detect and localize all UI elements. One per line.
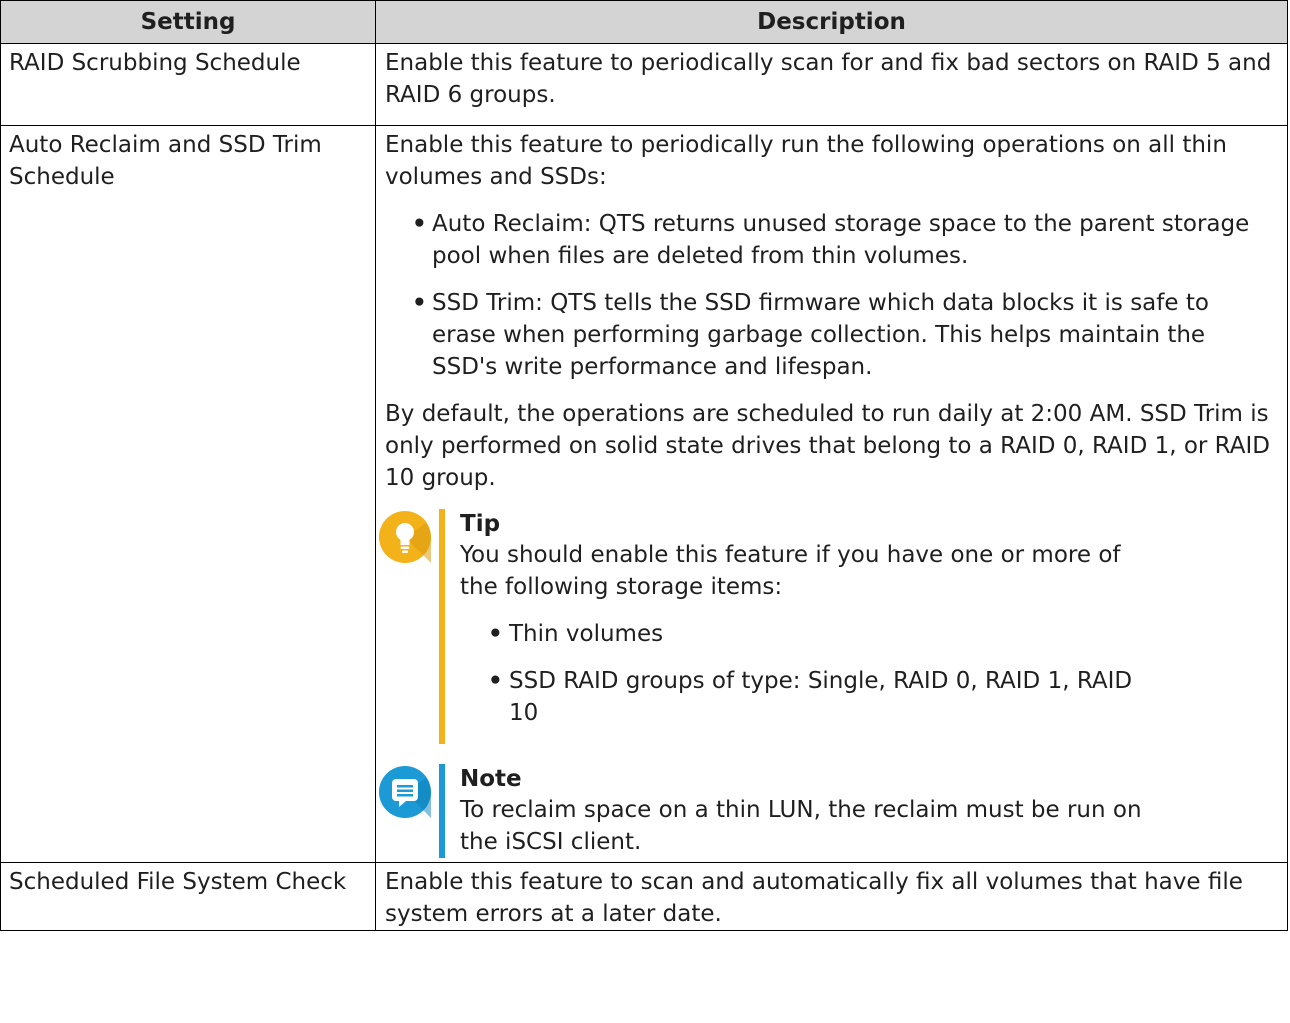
list-item: • SSD RAID groups of type: Single, RAID 0… — [460, 665, 1163, 729]
lightbulb-icon — [379, 511, 431, 563]
tip-text: You should enable this feature if you ha… — [460, 542, 1121, 600]
bullet-icon: • — [488, 668, 503, 694]
list-item: • Thin volumes — [460, 618, 1163, 650]
tip-title: Tip — [460, 511, 501, 537]
description-cell: Enable this feature to scan and automati… — [375, 862, 1288, 931]
note-title: Note — [460, 766, 522, 792]
setting-cell: Auto Reclaim and SSD Trim Schedule — [0, 125, 376, 863]
note-callout: Note To reclaim space on a thin LUN, the… — [379, 764, 1273, 858]
list-item-text: SSD RAID groups of type: Single, RAID 0,… — [509, 668, 1133, 726]
speech-bubble-icon — [379, 766, 431, 818]
list-item-text: Thin volumes — [509, 621, 664, 647]
list-item: • Auto Reclaim: QTS returns unused storag… — [385, 208, 1273, 272]
table-row: Scheduled File System Check Enable this … — [0, 862, 1288, 931]
list-item-text: SSD Trim: QTS tells the SSD firmware whi… — [432, 290, 1209, 380]
table-row: Auto Reclaim and SSD Trim Schedule Enabl… — [0, 125, 1288, 863]
operations-list: • Auto Reclaim: QTS returns unused storag… — [385, 208, 1273, 383]
list-item-text: Auto Reclaim: QTS returns unused storage… — [432, 211, 1250, 269]
tip-callout: Tip You should enable this feature if yo… — [379, 509, 1273, 744]
default-schedule-text: By default, the operations are scheduled… — [385, 401, 1270, 491]
setting-cell: RAID Scrubbing Schedule — [0, 43, 376, 126]
description-cell: Enable this feature to periodically scan… — [375, 43, 1288, 126]
description-intro: Enable this feature to periodically run … — [385, 132, 1227, 190]
settings-table: Setting Description RAID Scrubbing Sched… — [0, 0, 1288, 931]
tip-list: • Thin volumes • SSD RAID groups of type: … — [460, 618, 1163, 729]
note-text: To reclaim space on a thin LUN, the recl… — [460, 797, 1142, 855]
column-header-description: Description — [375, 0, 1288, 44]
table-header-row: Setting Description — [0, 0, 1288, 44]
column-header-setting: Setting — [0, 0, 376, 44]
bullet-icon: • — [412, 211, 427, 237]
table-row: RAID Scrubbing Schedule Enable this feat… — [0, 43, 1288, 126]
setting-cell: Scheduled File System Check — [0, 862, 376, 931]
list-item: • SSD Trim: QTS tells the SSD firmware wh… — [385, 287, 1273, 383]
bullet-icon: • — [488, 621, 503, 647]
description-cell: Enable this feature to periodically run … — [375, 125, 1288, 863]
bullet-icon: • — [412, 290, 427, 316]
